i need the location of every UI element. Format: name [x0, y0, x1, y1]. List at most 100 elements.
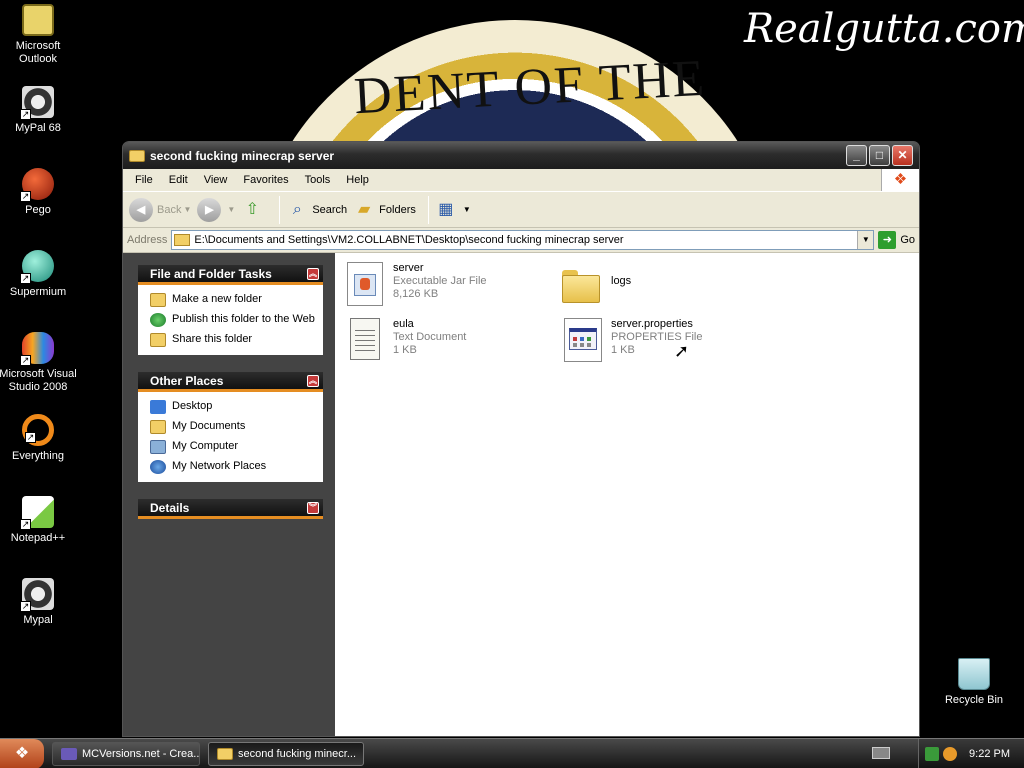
browser-icon	[61, 747, 77, 760]
go-arrow-icon: ➜	[878, 231, 897, 249]
desktop-icon-supermium[interactable]: ↗ Supermium	[0, 250, 80, 299]
menu-tools[interactable]: Tools	[297, 174, 339, 186]
content-area: File and Folder Tasks ︽ Make a new folde…	[123, 253, 919, 736]
task-label: Share this folder	[172, 333, 253, 345]
panel-title: Details	[150, 500, 190, 515]
collapse-icon[interactable]: ︽	[307, 268, 319, 280]
place-label: My Documents	[172, 420, 246, 432]
file-list: server Executable Jar File 8,126 KB logs	[335, 253, 919, 736]
panel-title: Other Places	[150, 373, 224, 388]
search-label: Search	[312, 203, 348, 216]
desktop-icon-notepadpp[interactable]: ↗ Notepad++	[0, 496, 80, 545]
go-button[interactable]: ➜ Go	[878, 231, 915, 249]
network-places-icon	[150, 460, 166, 474]
taskbar-item-mcversions[interactable]: MCVersions.net - Crea...	[52, 741, 200, 766]
menu-view[interactable]: View	[196, 174, 236, 186]
menu-file[interactable]: File	[127, 174, 161, 186]
folder-icon	[562, 266, 602, 312]
my-documents-icon	[150, 420, 166, 434]
toolbar-separator	[427, 195, 429, 224]
folder-icon	[129, 149, 145, 162]
desktop-icon-mypal[interactable]: ↗ Mypal	[0, 578, 80, 627]
menu-help[interactable]: Help	[338, 174, 377, 186]
place-my-computer[interactable]: My Computer	[150, 440, 317, 454]
text-document-icon	[344, 318, 384, 364]
taskbar-item-explorer[interactable]: second fucking minecr...	[208, 741, 364, 766]
panel-body: Make a new folder Publish this folder to…	[138, 285, 323, 355]
forward-dropdown-icon[interactable]: ▼	[227, 205, 235, 214]
minimize-button[interactable]: _	[846, 145, 867, 166]
address-bar: Address E:\Documents and Settings\VM2.CO…	[123, 228, 919, 253]
file-name: logs	[611, 275, 632, 287]
task-make-new-folder[interactable]: Make a new folder	[150, 293, 317, 307]
desktop-icon-outlook[interactable]: Microsoft Outlook	[0, 4, 80, 66]
panel-header[interactable]: Other Places ︽	[138, 372, 323, 392]
desktop-icon-label: Supermium	[9, 286, 67, 298]
toolbar: ◀ Back ▼ ▶ ▼ ⇧ ⌕ Search ▰ Folders ▦ ▼	[123, 191, 919, 228]
menu-favorites[interactable]: Favorites	[235, 174, 296, 186]
desktop-icon-label: Microsoft Visual Studio 2008	[0, 368, 77, 393]
search-everything-icon[interactable]	[943, 747, 958, 761]
back-dropdown-icon[interactable]: ▼	[183, 205, 191, 214]
expand-icon[interactable]: ︾	[307, 502, 319, 514]
place-label: Desktop	[172, 400, 213, 412]
desktop-icon	[150, 400, 166, 414]
folders-icon: ▰	[358, 200, 371, 218]
desktop-icon-label: Everything	[12, 450, 64, 462]
collapse-icon[interactable]: ︽	[307, 375, 319, 387]
properties-file-icon	[562, 318, 602, 364]
address-field[interactable]: E:\Documents and Settings\VM2.COLLABNET\…	[171, 230, 875, 250]
place-label: My Computer	[172, 440, 239, 452]
file-name: server	[393, 262, 424, 274]
task-publish-folder[interactable]: Publish this folder to the Web	[150, 313, 317, 327]
keyboard-icon[interactable]	[872, 747, 890, 759]
forward-arrow-icon: ▶	[197, 197, 222, 222]
jar-file-icon	[344, 262, 384, 308]
task-label: Publish this folder to the Web	[172, 313, 315, 325]
views-dropdown-icon[interactable]: ▼	[463, 205, 471, 214]
panel-header[interactable]: File and Folder Tasks ︽	[138, 265, 323, 285]
place-desktop[interactable]: Desktop	[150, 400, 317, 414]
up-button[interactable]: ⇧	[241, 199, 267, 221]
folder-icon	[174, 234, 191, 246]
menu-edit[interactable]: Edit	[161, 174, 196, 186]
search-button[interactable]: ⌕ Search	[286, 199, 347, 221]
forward-button[interactable]: ▶ ▼	[197, 197, 235, 222]
file-item-server[interactable]: server Executable Jar File 8,126 KB	[344, 262, 487, 308]
desktop-icon-recycle-bin[interactable]: Recycle Bin	[932, 658, 1016, 707]
task-share-folder[interactable]: Share this folder	[150, 333, 317, 347]
task-pane: File and Folder Tasks ︽ Make a new folde…	[123, 253, 335, 736]
panel-header[interactable]: Details ︾	[138, 499, 323, 519]
network-icon[interactable]	[925, 747, 940, 761]
file-item-logs[interactable]: logs	[562, 266, 631, 312]
file-size: 8,126 KB	[393, 288, 439, 300]
title-bar[interactable]: second fucking minecrap server _ □ ✕	[123, 142, 919, 169]
window-title: second fucking minecrap server	[150, 148, 335, 163]
panel-title: File and Folder Tasks	[150, 266, 272, 281]
address-dropdown-button[interactable]: ▼	[857, 231, 874, 249]
details-panel: Details ︾	[138, 499, 323, 519]
desktop-icon-pego[interactable]: ↗ Pego	[0, 168, 80, 217]
back-button[interactable]: ◀ Back ▼	[129, 197, 191, 222]
folders-button[interactable]: ▰ Folders	[353, 199, 416, 221]
toolbar-separator	[279, 195, 281, 224]
maximize-button[interactable]: □	[869, 145, 890, 166]
desktop-icon-visual-studio[interactable]: ↗ Microsoft Visual Studio 2008	[0, 332, 80, 394]
clock[interactable]: 9:22 PM	[969, 748, 1010, 760]
windows-logo-icon: ❖	[881, 169, 919, 191]
mouse-cursor-icon: ➚	[674, 341, 690, 361]
taskbar-item-label: MCVersions.net - Crea...	[82, 747, 200, 760]
place-my-network-places[interactable]: My Network Places	[150, 460, 317, 474]
file-name: server.properties	[611, 318, 693, 330]
my-computer-icon	[150, 440, 166, 454]
file-item-eula[interactable]: eula Text Document 1 KB	[344, 318, 466, 364]
desktop-icon-everything[interactable]: ↗ Everything	[0, 414, 80, 463]
everything-icon: ↗	[22, 414, 54, 446]
place-my-documents[interactable]: My Documents	[150, 420, 317, 434]
shortcut-arrow-icon: ↗	[20, 191, 31, 202]
views-button[interactable]: ▦ ▼	[435, 199, 471, 221]
close-button[interactable]: ✕	[892, 145, 913, 166]
desktop-icon-mypal68[interactable]: ↗ MyPal 68	[0, 86, 80, 135]
start-button[interactable]: ❖	[0, 738, 44, 768]
file-name: eula	[393, 318, 414, 330]
